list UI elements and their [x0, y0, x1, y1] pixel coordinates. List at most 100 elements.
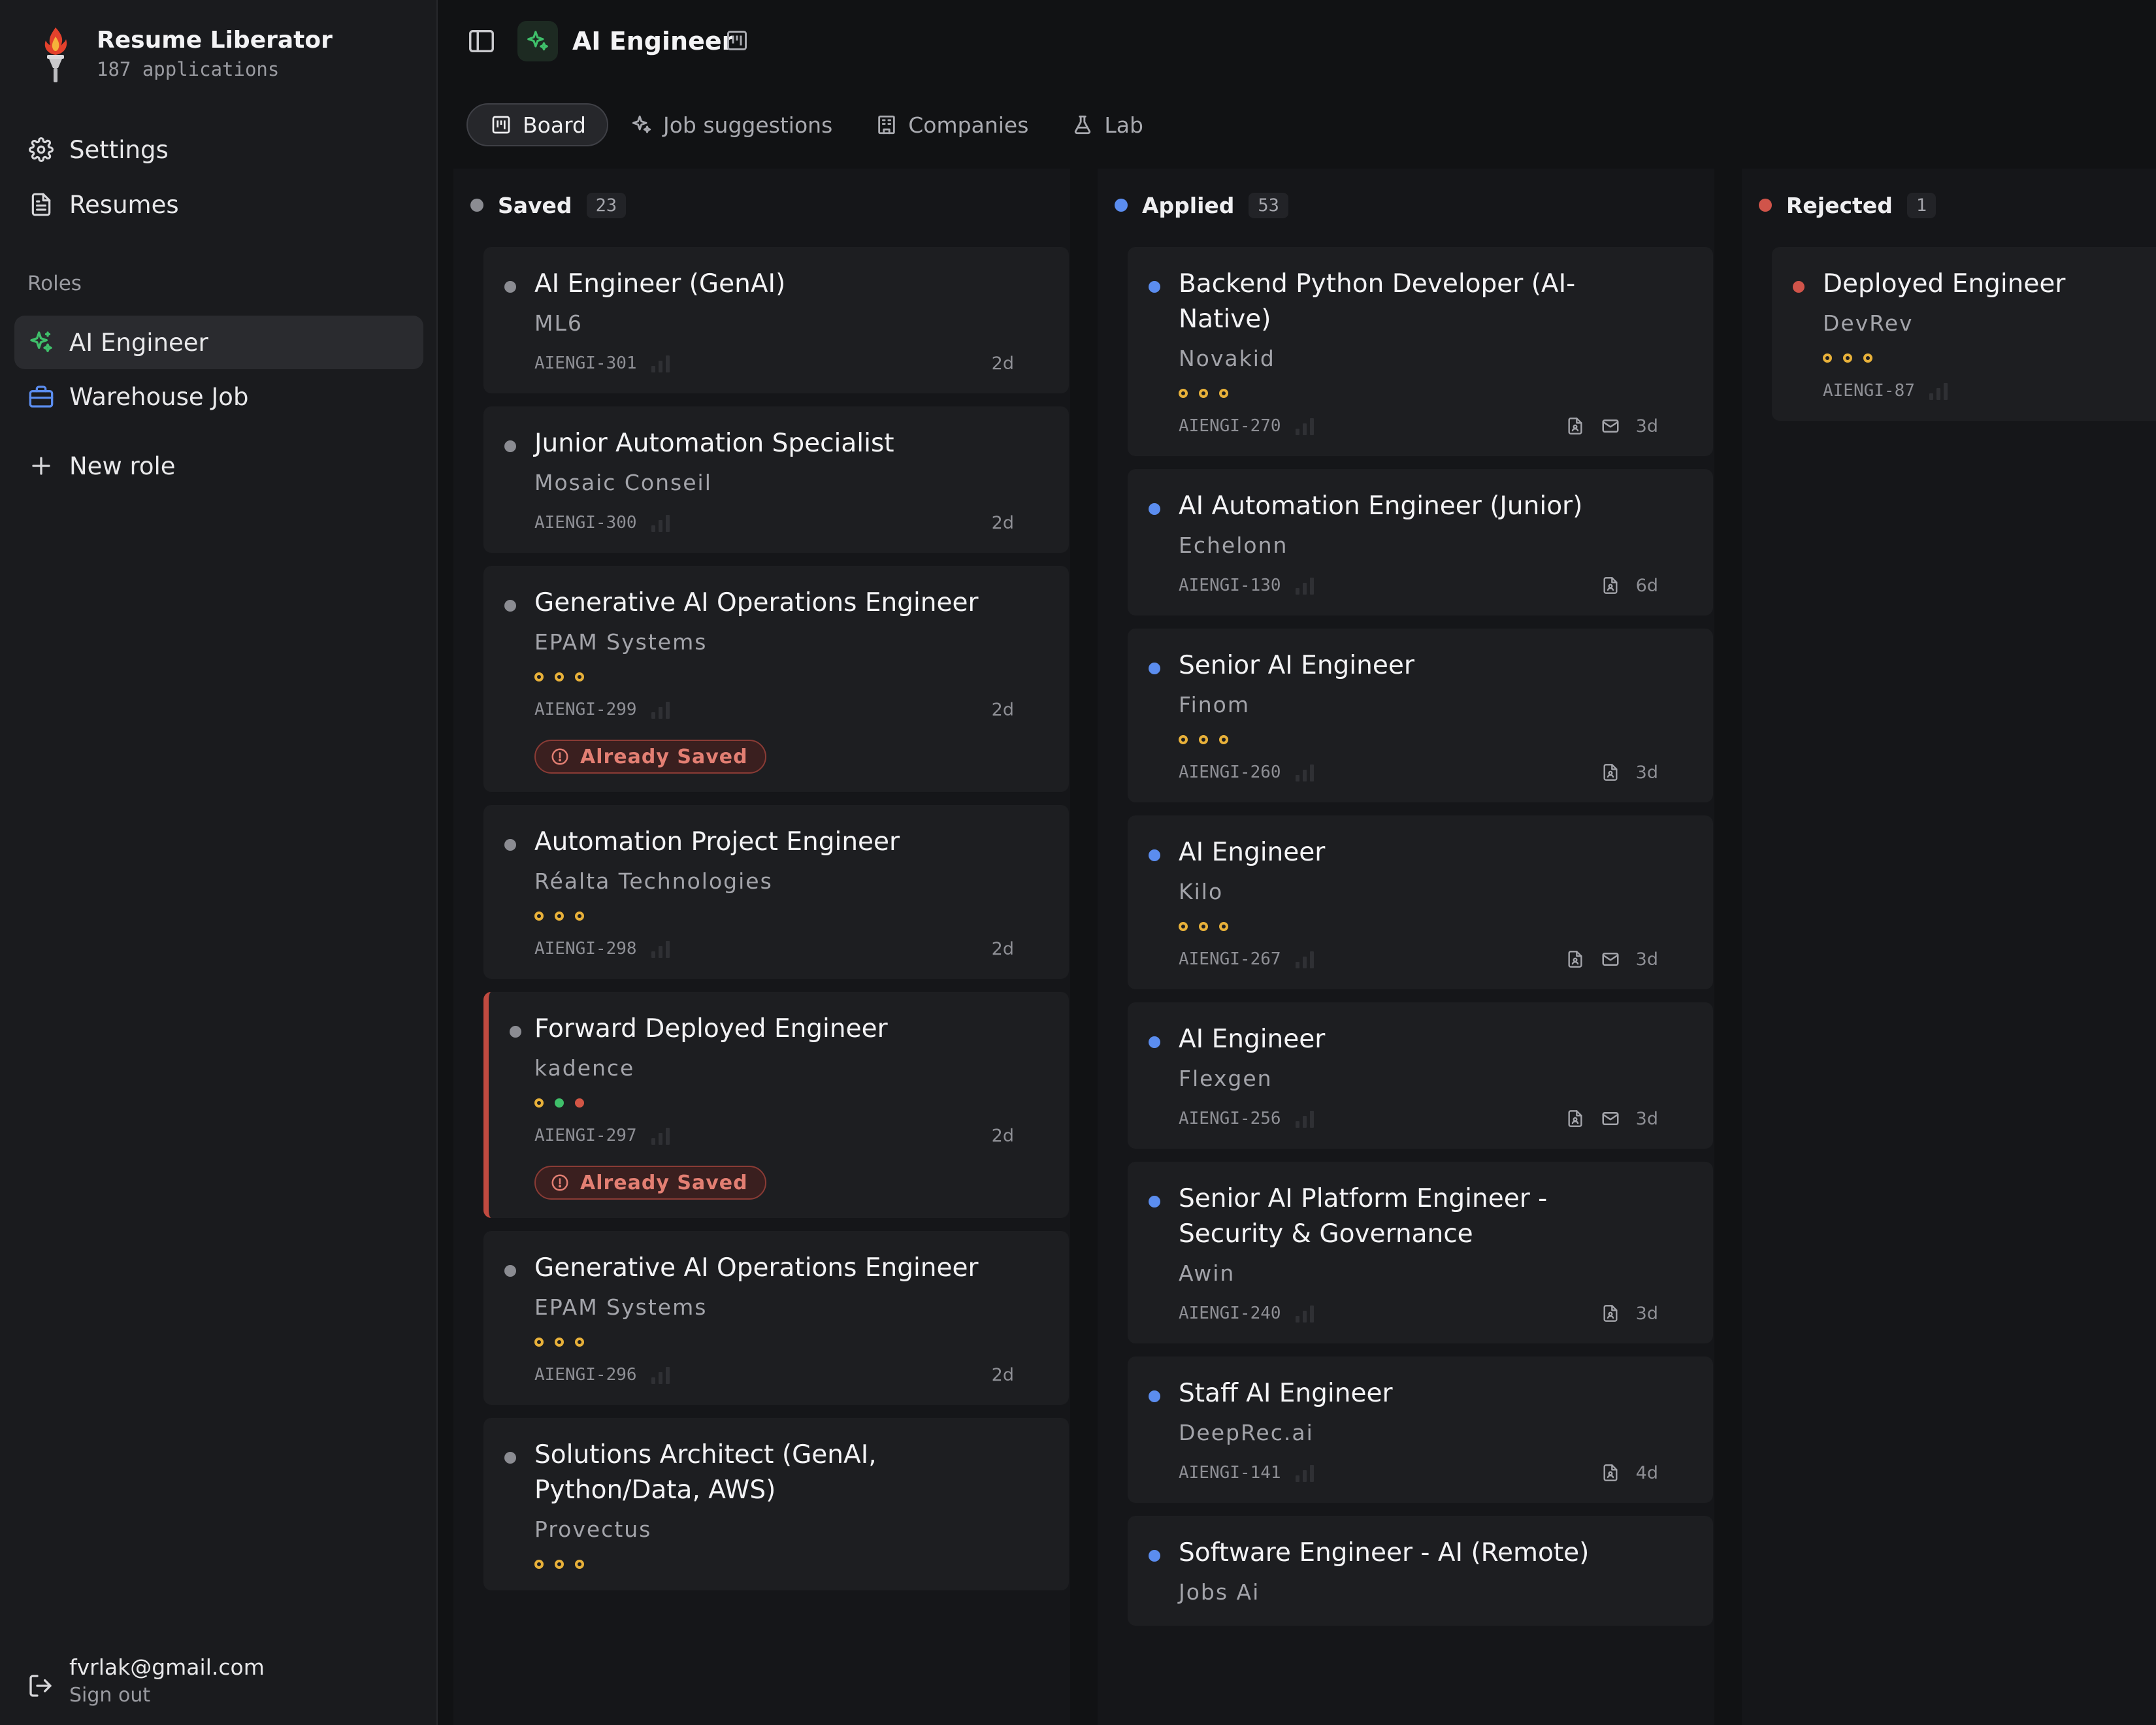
job-card[interactable]: Staff AI Engineer DeepRec.ai AIENGI-141 4d	[1128, 1356, 1713, 1503]
resume-file-icon[interactable]	[1601, 576, 1620, 595]
column-count: 1	[1906, 192, 1936, 218]
applications-count: 187 applications	[97, 58, 280, 80]
card-meta-right: 2d	[976, 939, 1014, 959]
plus-icon	[27, 452, 55, 480]
resume-file-icon[interactable]	[1565, 949, 1585, 969]
nav-settings[interactable]: Settings	[14, 123, 423, 176]
resume-file-icon[interactable]	[1601, 763, 1620, 782]
column-applied: Applied 53 Backend Python Developer (AI-…	[1098, 169, 1714, 1725]
company-name: Kilo	[1179, 879, 1224, 904]
card-meta-left: AIENGI-301	[534, 353, 673, 373]
tab-companies[interactable]: Companies	[853, 103, 1049, 146]
role-ai-engineer[interactable]: AI Engineer	[14, 316, 423, 369]
status-dot	[1149, 1550, 1160, 1562]
card-meta-left: AIENGI-130	[1179, 576, 1317, 595]
resume-file-icon[interactable]	[1601, 1463, 1620, 1483]
card-meta-left: AIENGI-296	[534, 1365, 673, 1385]
job-card[interactable]: Generative AI Operations Engineer EPAM Sy…	[483, 1231, 1069, 1405]
status-dot	[1793, 281, 1805, 293]
job-card[interactable]: AI Engineer Kilo AIENGI-267 3d	[1128, 815, 1713, 989]
card-meta: AIENGI-87	[1823, 379, 2156, 402]
job-card[interactable]: Junior Automation Specialist Mosaic Conse…	[483, 406, 1069, 553]
status-dot	[1149, 849, 1160, 861]
tab-lab[interactable]: Lab	[1049, 103, 1164, 146]
job-card[interactable]: Automation Project Engineer Réalta Techno…	[483, 805, 1069, 979]
card-age: 2d	[991, 699, 1014, 720]
tab-job-suggestions[interactable]: Job suggestions	[608, 103, 853, 146]
card-meta-left: AIENGI-270	[1179, 416, 1317, 436]
tab-board[interactable]: Board	[466, 103, 608, 146]
status-dot	[1115, 199, 1128, 212]
badge-label: Already Saved	[580, 745, 748, 768]
card-age: 2d	[991, 512, 1014, 533]
status-dot	[1149, 281, 1160, 293]
job-id: AIENGI-299	[534, 700, 637, 719]
alert-circle-icon	[550, 1173, 570, 1192]
status-dot	[470, 199, 483, 212]
signal-bars-icon	[651, 940, 673, 958]
building-icon	[874, 112, 899, 137]
sidebar-toggle-icon[interactable]	[466, 26, 497, 56]
mail-icon[interactable]	[1601, 949, 1620, 969]
job-card[interactable]: AI Engineer Flexgen AIENGI-256 3d	[1128, 1002, 1713, 1149]
card-meta-right: 4d	[1585, 1463, 1658, 1483]
match-dot	[534, 1560, 544, 1569]
job-card[interactable]: Senior AI Engineer Finom AIENGI-260 3d	[1128, 629, 1713, 802]
column-title: Rejected	[1786, 192, 1893, 218]
mail-icon[interactable]	[1601, 416, 1620, 436]
job-id: AIENGI-87	[1823, 381, 1915, 401]
card-meta: AIENGI-301 2d	[534, 352, 1014, 375]
match-dot	[534, 672, 544, 682]
resume-file-icon[interactable]	[1565, 1109, 1585, 1128]
match-dot	[575, 1098, 584, 1108]
resume-file-icon[interactable]	[1565, 416, 1585, 436]
card-age: 3d	[1635, 1303, 1658, 1324]
column-header: Saved 23	[470, 188, 627, 222]
match-dot	[555, 1098, 564, 1108]
resume-file-icon[interactable]	[1601, 1304, 1620, 1323]
card-meta: AIENGI-256 3d	[1179, 1107, 1658, 1130]
card-list: Deployed Engineer DevRev AIENGI-87	[1772, 247, 2156, 434]
nav-resumes[interactable]: Resumes	[14, 178, 423, 231]
new-role-button[interactable]: New role	[14, 439, 423, 493]
signal-bars-icon	[651, 700, 673, 719]
card-meta-left: AIENGI-297	[534, 1126, 673, 1145]
card-meta-left: AIENGI-300	[534, 513, 673, 533]
job-card[interactable]: Generative AI Operations Engineer EPAM Sy…	[483, 566, 1069, 792]
roles-section-label: Roles	[27, 272, 82, 295]
job-card[interactable]: Senior AI Platform Engineer - Security &…	[1128, 1162, 1713, 1343]
status-dot	[510, 1026, 521, 1038]
job-card[interactable]: Deployed Engineer DevRev AIENGI-87	[1772, 247, 2156, 421]
column-saved: Saved 23 AI Engineer (GenAI) ML6 AIENGI-30…	[453, 169, 1070, 1725]
status-dot	[504, 1452, 516, 1464]
signal-bars-icon	[1295, 1464, 1317, 1482]
job-card[interactable]: AI Engineer (GenAI) ML6 AIENGI-301 2d	[483, 247, 1069, 393]
status-dot	[1149, 663, 1160, 674]
brand[interactable]: Resume Liberator 187 applications	[39, 25, 333, 84]
match-indicator-dots	[534, 908, 1014, 924]
role-warehouse-job[interactable]: Warehouse Job	[14, 370, 423, 423]
company-name: Awin	[1179, 1260, 1235, 1286]
job-card[interactable]: Software Engineer - AI (Remote) Jobs Ai	[1128, 1516, 1713, 1626]
card-meta: AIENGI-296 2d	[534, 1363, 1014, 1387]
match-indicator-dots	[1823, 350, 2156, 366]
app-name: Resume Liberator	[97, 27, 333, 54]
user-account[interactable]: fvrlak@gmail.com Sign out	[27, 1653, 265, 1709]
signal-bars-icon	[1929, 382, 1951, 400]
signal-bars-icon	[1295, 950, 1317, 968]
job-id: AIENGI-298	[534, 939, 637, 959]
job-title: AI Automation Engineer (Junior)	[1179, 491, 1583, 521]
card-meta-right: 3d	[1585, 763, 1658, 783]
board-icon	[489, 112, 514, 137]
new-role-label: New role	[69, 452, 176, 480]
job-card[interactable]: Forward Deployed Engineer kadence AIENGI-2…	[483, 992, 1069, 1218]
job-card[interactable]: Solutions Architect (GenAI, Python/Data,…	[483, 1418, 1069, 1590]
job-id: AIENGI-260	[1179, 763, 1281, 782]
card-meta-left: AIENGI-298	[534, 939, 673, 959]
board-icon[interactable]	[725, 29, 749, 52]
job-card[interactable]: Backend Python Developer (AI-Native) Nova…	[1128, 247, 1713, 456]
flask-icon	[1070, 112, 1095, 137]
sign-out-link[interactable]: Sign out	[69, 1682, 265, 1709]
job-card[interactable]: AI Automation Engineer (Junior) Echelonn A…	[1128, 469, 1713, 616]
mail-icon[interactable]	[1601, 1109, 1620, 1128]
